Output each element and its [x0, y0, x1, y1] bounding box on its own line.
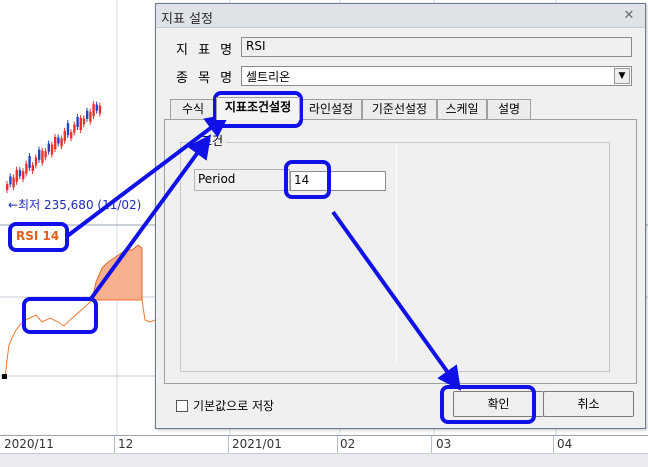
candle-body	[9, 176, 12, 185]
date-tick: 04	[557, 437, 573, 451]
date-separator	[553, 436, 554, 454]
date-separator	[337, 436, 338, 454]
dialog-titlebar[interactable]: 지표 설정 ✕	[156, 4, 645, 28]
tab-description[interactable]: 설명	[487, 99, 531, 119]
candle-body	[22, 171, 25, 180]
date-tick: 03	[436, 437, 452, 451]
date-tick: 2020/11	[4, 437, 54, 451]
date-separator	[228, 436, 229, 454]
cancel-button[interactable]: 취소	[543, 391, 634, 417]
candle-body	[31, 165, 34, 171]
candle-body	[38, 149, 41, 160]
dialog-title: 지표 설정	[161, 12, 213, 27]
candle-body	[41, 150, 44, 163]
indicator-settings-dialog: 지표 설정 ✕ 지 표 명 RSI 종 목 명 셀트리온 ▼ 수식 지표조건설정…	[155, 3, 646, 429]
candle-body	[6, 184, 9, 190]
candle-body	[54, 137, 57, 149]
candle-body	[66, 123, 70, 136]
condition-divider	[396, 144, 397, 362]
candle-body	[89, 111, 92, 122]
period-input[interactable]: 14	[290, 171, 386, 191]
rsi-line	[4, 299, 156, 379]
date-separator	[431, 436, 432, 454]
candle-body	[44, 151, 47, 158]
screen: ←최저 235,680 (11/02) RSI 14 2020/11 12 20…	[0, 0, 648, 467]
candle-body	[12, 177, 15, 188]
candle-body	[95, 104, 98, 111]
candle-body	[86, 110, 89, 119]
date-separator	[114, 436, 115, 454]
candle-body	[92, 104, 95, 117]
tab-indicator-condition[interactable]: 지표조건설정	[216, 97, 300, 120]
indicator-name-label: 지 표 명	[176, 43, 236, 58]
indicator-name-field: RSI	[241, 37, 632, 57]
date-tick: 02	[340, 437, 356, 451]
candle-body	[28, 156, 31, 168]
candle-body	[73, 124, 76, 133]
date-axis: 2020/11 12 2021/01 02 03 04	[0, 435, 648, 454]
item-name-label: 종 목 명	[176, 71, 236, 86]
candle-body	[98, 105, 102, 114]
tab-line-settings[interactable]: 라인설정	[300, 99, 362, 119]
candle-body	[60, 138, 63, 147]
condition-group-title: 조건	[198, 132, 227, 149]
save-default-checkbox[interactable]: 기본값으로 저장	[176, 397, 274, 414]
date-tick: 2021/01	[232, 437, 282, 451]
candle-body	[18, 170, 22, 177]
period-label: Period	[194, 169, 290, 191]
save-default-label: 기본값으로 저장	[193, 399, 275, 413]
candle-body	[15, 169, 18, 182]
candle-body	[57, 137, 60, 144]
candle-body	[50, 144, 54, 155]
dropdown-arrow-icon[interactable]: ▼	[614, 68, 630, 84]
tab-scale[interactable]: 스케일	[437, 99, 487, 119]
candle-body	[79, 118, 82, 130]
candlesticks	[6, 101, 102, 193]
checkbox-box[interactable]	[176, 400, 188, 412]
candle-body	[76, 117, 79, 127]
tab-baseline-settings[interactable]: 기준선설정	[362, 99, 437, 119]
candle-body	[47, 143, 50, 152]
date-tick: 12	[118, 437, 134, 451]
candle-body	[25, 163, 28, 174]
ok-button[interactable]: 확인	[453, 391, 544, 417]
rsi-indicator-label[interactable]: RSI 14	[16, 229, 59, 243]
candle-body	[34, 157, 38, 166]
candle-body	[63, 130, 66, 141]
candle-body	[70, 132, 73, 139]
chart-scroll-strip[interactable]	[0, 453, 648, 467]
tab-formula[interactable]: 수식	[170, 99, 216, 119]
close-icon[interactable]: ✕	[621, 8, 637, 24]
chart-marker	[2, 374, 7, 379]
lowest-price-label: ←최저 235,680 (11/02)	[8, 198, 142, 212]
candle-body	[82, 118, 86, 125]
item-name-select[interactable]: 셀트리온 ▼	[241, 66, 632, 86]
item-name-value: 셀트리온	[246, 70, 291, 84]
